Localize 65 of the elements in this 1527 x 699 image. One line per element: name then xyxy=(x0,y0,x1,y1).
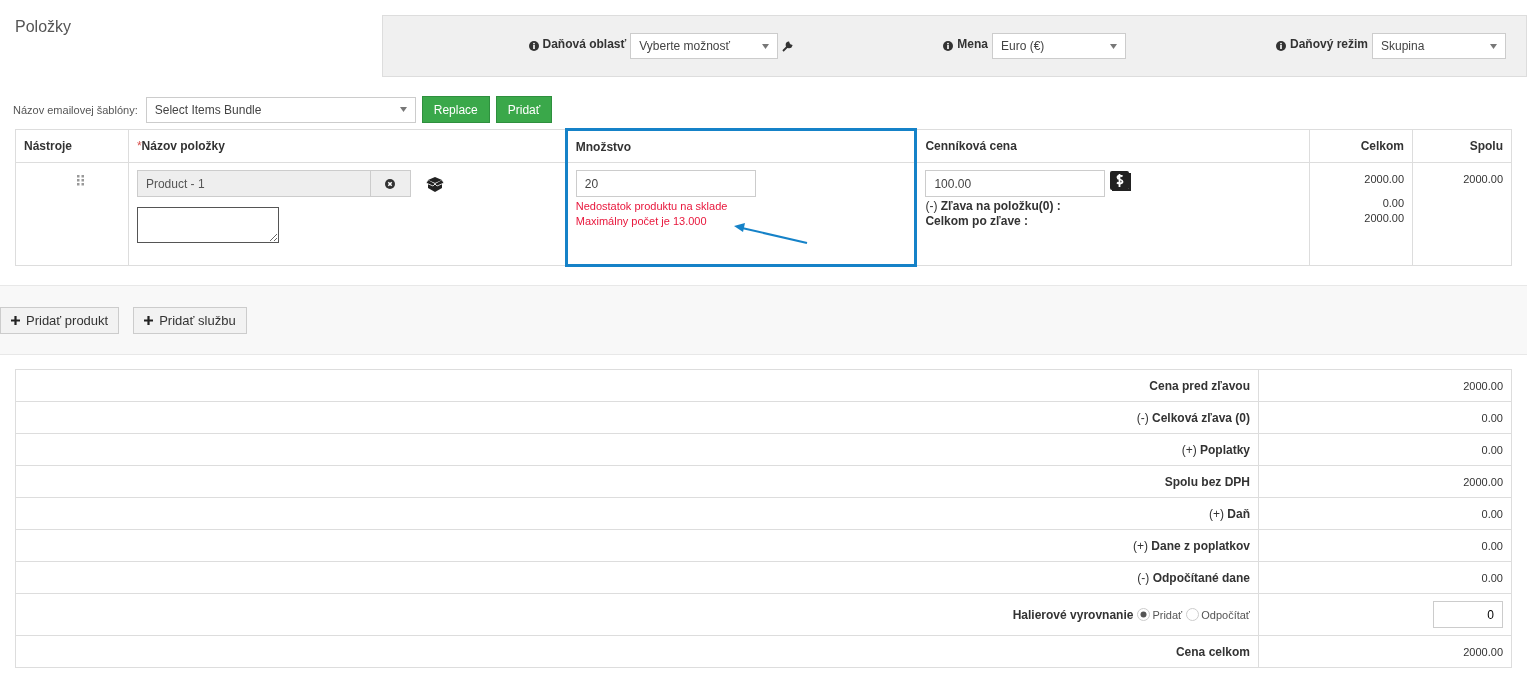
dropdown-caret-icon xyxy=(762,43,770,49)
template-label: Názov emailovej šablóny: xyxy=(13,103,138,116)
summary-label: (+) Dane z poplatkov xyxy=(15,529,1259,562)
radio-button[interactable] xyxy=(1186,608,1200,621)
summary-label: (-) Odpočítané dane xyxy=(15,561,1259,594)
summary-value: 0.00 xyxy=(1258,401,1512,434)
column-header: *Názov položky xyxy=(128,129,567,163)
summary-value: 2000.00 xyxy=(1258,635,1512,668)
section-title: Položky xyxy=(15,17,72,37)
summary-label: (-) Celková zľava (0) xyxy=(15,401,1259,434)
total-after-discount: 2000.00 xyxy=(1363,211,1405,226)
summary-value: 0.00 xyxy=(1258,497,1512,530)
sum-value: 2000.00 xyxy=(1462,172,1503,187)
discount-value: 0.00 xyxy=(1381,196,1405,211)
column-header: Cenníková cena xyxy=(915,129,1310,163)
quantity-field[interactable]: 20 xyxy=(575,170,756,197)
info-icon xyxy=(943,41,954,51)
summary-value: 0.00 xyxy=(1258,561,1512,594)
summary-value: 2000.00 xyxy=(1258,369,1512,402)
column-header: Množstvo xyxy=(566,129,916,163)
add-button[interactable]: Pridať službu xyxy=(133,306,247,334)
add-button[interactable]: Pridať produkt xyxy=(0,306,120,334)
stock-warning: Maximálny počet je 13.000 xyxy=(575,214,708,229)
info-icon xyxy=(1275,41,1286,51)
product-field[interactable]: Product - 1 xyxy=(136,170,371,197)
radio-option[interactable]: Pridať xyxy=(1137,608,1183,621)
column-header: Spolu xyxy=(1412,129,1512,163)
summary-value: 0.00 xyxy=(1258,433,1512,466)
summary-value: 0.00 xyxy=(1258,529,1512,562)
price-field[interactable]: 100.00 xyxy=(925,170,1106,197)
total-value: 2000.00 xyxy=(1363,172,1405,187)
plus-icon xyxy=(11,315,20,325)
wrench-icon[interactable] xyxy=(782,40,794,52)
field-label: Daňový režim xyxy=(1289,37,1368,51)
discount-label: (-) Zľava na položku(0) : xyxy=(925,199,1062,214)
summary-label: Halierové vyrovnanie xyxy=(1012,607,1134,622)
radio-option[interactable]: Odpočítať xyxy=(1186,608,1250,621)
price-book-icon[interactable] xyxy=(1109,170,1132,192)
column-header: Nástroje xyxy=(15,129,129,163)
field-label: Mena xyxy=(957,37,988,51)
plus-icon xyxy=(144,315,154,325)
dropdown-caret-icon xyxy=(1109,43,1117,49)
summary-label: Spolu bez DPH xyxy=(15,465,1259,498)
column-header: Celkom xyxy=(1309,129,1413,163)
select-field[interactable]: Vyberte možnosť xyxy=(630,33,779,59)
clear-icon xyxy=(385,178,396,189)
stock-warning: Nedostatok produktu na sklade xyxy=(575,199,729,214)
bundle-select[interactable]: Select Items Bundle xyxy=(145,96,416,123)
dropdown-caret-icon xyxy=(1490,43,1497,49)
info-icon xyxy=(528,41,539,51)
select-field[interactable]: Skupina xyxy=(1372,33,1506,59)
after-discount-label: Celkom po zľave : xyxy=(925,214,1030,229)
select-field[interactable]: Euro (€) xyxy=(991,33,1126,59)
clear-button[interactable] xyxy=(370,170,411,197)
description-field[interactable] xyxy=(136,207,279,243)
summary-label: (+) Poplatky xyxy=(15,433,1259,466)
radio-button[interactable] xyxy=(1137,608,1151,621)
dropdown-caret-icon xyxy=(399,107,407,112)
summary-label: Cena celkom xyxy=(15,635,1259,668)
rounding-field[interactable]: 0 xyxy=(1433,601,1503,628)
field-label: Daňová oblasť xyxy=(542,37,627,51)
summary-label: (+) Daň xyxy=(15,497,1259,530)
drag-handle-icon[interactable] xyxy=(77,175,84,186)
summary-label: Cena pred zľavou xyxy=(15,369,1259,402)
summary-value: 2000.00 xyxy=(1258,465,1512,498)
